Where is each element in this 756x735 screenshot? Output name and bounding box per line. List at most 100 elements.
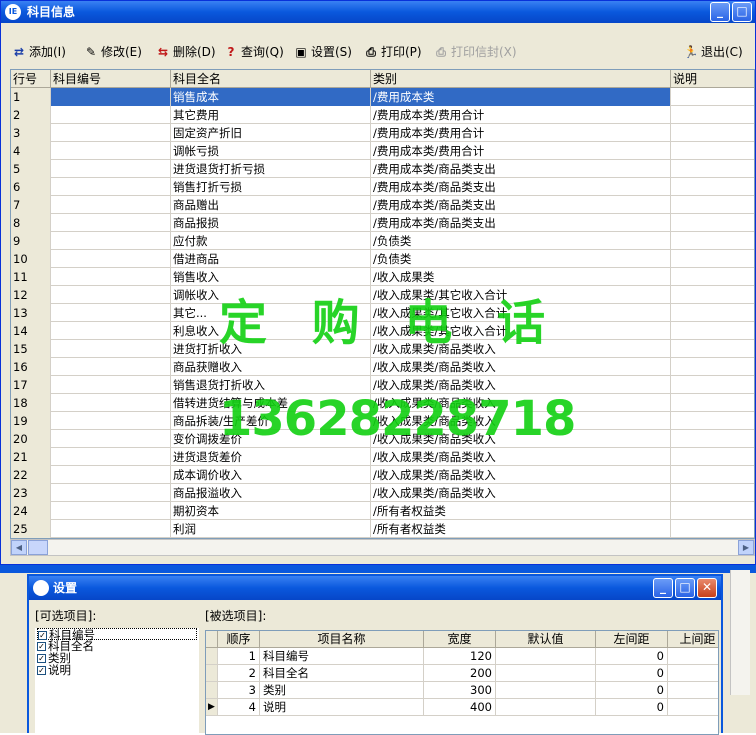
subject-name-cell[interactable]: 商品报损 [171, 214, 371, 232]
subject-name-cell[interactable]: 进货退货差价 [171, 448, 371, 466]
col-header-row-no[interactable]: 行号 [11, 70, 51, 88]
note-cell[interactable] [671, 304, 754, 322]
category-cell[interactable]: /费用成本类/商品类支出 [371, 196, 671, 214]
available-item[interactable]: ✓ 说明 [37, 664, 71, 676]
available-items-list[interactable]: ✓ 科目编号 ✓ 科目全名 ✓ 类别 ✓ 说明 [35, 628, 199, 735]
note-cell[interactable] [671, 466, 754, 484]
row-number-cell[interactable]: 8 [11, 214, 51, 232]
item-name-cell[interactable]: 说明 [260, 699, 424, 716]
table-row[interactable]: 10 借进商品/负债类 [11, 250, 754, 268]
order-cell[interactable]: 3 [218, 682, 260, 699]
table-row[interactable]: 22 成本调价收入/收入成果类/商品类收入 [11, 466, 754, 484]
top-margin-cell[interactable] [668, 665, 718, 682]
print-button[interactable]: ⎙ 打印(P) [363, 43, 421, 61]
category-cell[interactable]: /收入成果类/商品类收入 [371, 466, 671, 484]
subject-name-cell[interactable]: 商品报溢收入 [171, 484, 371, 502]
left-margin-cell[interactable]: 0 [596, 699, 668, 716]
note-cell[interactable] [671, 484, 754, 502]
row-number-cell[interactable]: 14 [11, 322, 51, 340]
row-number-cell[interactable]: 23 [11, 484, 51, 502]
width-cell[interactable]: 120 [424, 648, 496, 665]
subject-name-cell[interactable]: 销售成本 [171, 88, 371, 106]
minimize-button[interactable]: _ [653, 578, 673, 598]
note-cell[interactable] [671, 286, 754, 304]
subject-code-cell[interactable] [51, 142, 171, 160]
table-row[interactable]: 24 期初资本/所有者权益类 [11, 502, 754, 520]
col-header-category[interactable]: 类别 [371, 70, 671, 88]
edit-button[interactable]: ✎ 修改(E) [83, 43, 142, 61]
subject-name-cell[interactable]: 销售打折亏损 [171, 178, 371, 196]
settings-button[interactable]: ▣ 设置(S) [293, 43, 352, 61]
col-header-fullname[interactable]: 科目全名 [171, 70, 371, 88]
subject-name-cell[interactable]: 进货退货打折亏损 [171, 160, 371, 178]
row-number-cell[interactable]: 3 [11, 124, 51, 142]
note-cell[interactable] [671, 394, 754, 412]
row-number-cell[interactable]: 7 [11, 196, 51, 214]
note-cell[interactable] [671, 250, 754, 268]
subject-name-cell[interactable]: 调帐亏损 [171, 142, 371, 160]
scroll-right-icon[interactable]: ▶ [738, 540, 754, 555]
col-header-note[interactable]: 说明 [671, 70, 754, 88]
order-cell[interactable]: 2 [218, 665, 260, 682]
top-margin-cell[interactable] [668, 648, 718, 665]
delete-button[interactable]: ⇆ 删除(D) [155, 43, 216, 61]
item-name-cell[interactable]: 科目编号 [260, 648, 424, 665]
subject-name-cell[interactable]: 利润 [171, 520, 371, 538]
default-value-cell[interactable] [496, 699, 596, 716]
background-vertical-scrollbar[interactable] [730, 570, 750, 695]
row-number-cell[interactable]: 15 [11, 340, 51, 358]
subject-code-cell[interactable] [51, 196, 171, 214]
exit-button[interactable]: 🏃 退出(C) [683, 43, 743, 61]
note-cell[interactable] [671, 502, 754, 520]
note-cell[interactable] [671, 430, 754, 448]
item-name-cell[interactable]: 类别 [260, 682, 424, 699]
subject-name-cell[interactable]: 借进商品 [171, 250, 371, 268]
subject-code-cell[interactable] [51, 484, 171, 502]
note-cell[interactable] [671, 160, 754, 178]
grid-col-header[interactable]: 顺序 [218, 631, 260, 648]
table-row[interactable]: 5 进货退货打折亏损/费用成本类/商品类支出 [11, 160, 754, 178]
row-indicator-icon[interactable]: ▶ [206, 699, 218, 716]
subject-name-cell[interactable]: 成本调价收入 [171, 466, 371, 484]
category-cell[interactable]: /费用成本类/商品类支出 [371, 214, 671, 232]
subject-code-cell[interactable] [51, 304, 171, 322]
width-cell[interactable]: 200 [424, 665, 496, 682]
note-cell[interactable] [671, 412, 754, 430]
table-row[interactable]: 21 进货退货差价/收入成果类/商品类收入 [11, 448, 754, 466]
subject-code-cell[interactable] [51, 376, 171, 394]
table-row[interactable]: 1 销售成本/费用成本类 [11, 88, 754, 106]
row-number-cell[interactable]: 21 [11, 448, 51, 466]
row-number-cell[interactable]: 19 [11, 412, 51, 430]
category-cell[interactable]: /负债类 [371, 250, 671, 268]
row-number-cell[interactable]: 13 [11, 304, 51, 322]
subject-code-cell[interactable] [51, 466, 171, 484]
note-cell[interactable] [671, 268, 754, 286]
note-cell[interactable] [671, 178, 754, 196]
subject-code-cell[interactable] [51, 322, 171, 340]
subject-code-cell[interactable] [51, 502, 171, 520]
category-cell[interactable]: /收入成果类/商品类收入 [371, 448, 671, 466]
subject-code-cell[interactable] [51, 232, 171, 250]
category-cell[interactable]: /费用成本类/商品类支出 [371, 160, 671, 178]
table-row[interactable]: 23 商品报溢收入/收入成果类/商品类收入 [11, 484, 754, 502]
default-value-cell[interactable] [496, 648, 596, 665]
note-cell[interactable] [671, 232, 754, 250]
category-cell[interactable]: /费用成本类/费用合计 [371, 142, 671, 160]
table-row[interactable]: 3 固定资产折旧/费用成本类/费用合计 [11, 124, 754, 142]
subject-code-cell[interactable] [51, 448, 171, 466]
category-cell[interactable]: /收入成果类/商品类收入 [371, 484, 671, 502]
note-cell[interactable] [671, 520, 754, 538]
grid-col-header[interactable]: 项目名称 [260, 631, 424, 648]
top-margin-cell[interactable] [668, 699, 718, 716]
note-cell[interactable] [671, 214, 754, 232]
note-cell[interactable] [671, 124, 754, 142]
row-number-cell[interactable]: 1 [11, 88, 51, 106]
note-cell[interactable] [671, 340, 754, 358]
checkbox-icon[interactable]: ✓ [37, 654, 46, 663]
subject-name-cell[interactable]: 商品赠出 [171, 196, 371, 214]
category-cell[interactable]: /费用成本类 [371, 88, 671, 106]
note-cell[interactable] [671, 196, 754, 214]
grid-col-header[interactable]: 上间距 [668, 631, 718, 648]
subject-name-cell[interactable]: 固定资产折旧 [171, 124, 371, 142]
grid-col-header[interactable]: 宽度 [424, 631, 496, 648]
